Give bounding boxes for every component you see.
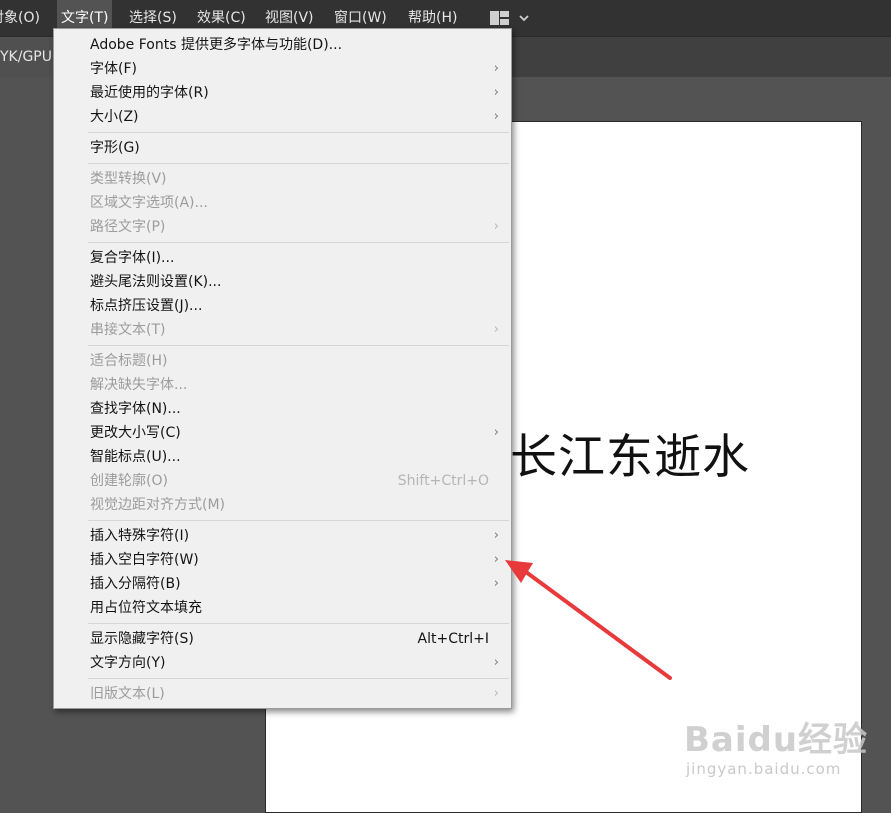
menu-item-label: 查找字体(N)... — [90, 401, 181, 417]
chevron-right-icon: › — [493, 576, 499, 591]
menu-item[interactable]: 智能标点(U)... — [54, 445, 511, 469]
chevron-right-icon: › — [493, 85, 499, 100]
menu-item[interactable]: 插入空白字符(W) › — [54, 548, 511, 572]
menu-item-label: 创建轮廓(O) — [90, 473, 168, 489]
menu-item[interactable]: 最近使用的字体(R) › — [54, 81, 511, 105]
menu-item-label: Adobe Fonts 提供更多字体与功能(D)... — [90, 37, 343, 53]
menu-item[interactable]: 标点挤压设置(J)... — [54, 294, 511, 318]
menu-item-label: 文字方向(Y) — [90, 655, 166, 671]
menu-item[interactable]: 用占位符文本填充 — [54, 596, 511, 620]
layout-grid-icon — [490, 11, 529, 25]
menu-item: 适合标题(H) — [54, 349, 511, 373]
menu-item-label: 显示隐藏字符(S) — [90, 631, 194, 647]
workspace-switcher-button[interactable] — [488, 9, 534, 27]
menu-item-label: 字形(G) — [90, 140, 140, 156]
chevron-right-icon: › — [493, 686, 499, 701]
menu-item[interactable]: 复合字体(I)... — [54, 246, 511, 270]
menu-separator — [88, 678, 509, 679]
menu-item: 旧版文本(L) › — [54, 682, 511, 706]
menu-item-label: 用占位符文本填充 — [90, 600, 202, 616]
menu-item-label: 智能标点(U)... — [90, 449, 181, 465]
document-tab[interactable]: YK/GPU — [0, 37, 58, 77]
menu-item-label: 字体(F) — [90, 61, 137, 77]
menu-item[interactable]: Adobe Fonts 提供更多字体与功能(D)... — [54, 33, 511, 57]
menu-item-label: 串接文本(T) — [90, 322, 166, 338]
chevron-right-icon: › — [493, 655, 499, 670]
chevron-right-icon: › — [493, 528, 499, 543]
menu-separator — [88, 520, 509, 521]
artboard-text[interactable]: 长江东逝水 — [510, 418, 750, 487]
menu-item-label: 插入空白字符(W) — [90, 552, 199, 568]
watermark-url: jingyan.baidu.com — [686, 760, 842, 778]
menu-item: 创建轮廓(O) Shift+Ctrl+O — [54, 469, 511, 493]
menu-item[interactable]: 文字方向(Y) › — [54, 651, 511, 675]
menu-item[interactable]: 插入特殊字符(I) › — [54, 524, 511, 548]
menu-item-shortcut: Alt+Ctrl+I — [417, 631, 489, 647]
chevron-right-icon: › — [493, 425, 499, 440]
menu-item-label: 更改大小写(C) — [90, 425, 181, 441]
menu-item: 类型转换(V) — [54, 167, 511, 191]
menu-item[interactable]: 避头尾法则设置(K)... — [54, 270, 511, 294]
menu-item: 串接文本(T) › — [54, 318, 511, 342]
menu-item-label: 复合字体(I)... — [90, 250, 175, 266]
menu-item: 视觉边距对齐方式(M) — [54, 493, 511, 517]
menu-item: 路径文字(P) › — [54, 215, 511, 239]
menu-item-label: 避头尾法则设置(K)... — [90, 274, 222, 290]
menu-item-label: 类型转换(V) — [90, 171, 167, 187]
chevron-right-icon: › — [493, 552, 499, 567]
menu-item-shortcut: Shift+Ctrl+O — [397, 473, 489, 489]
menu-item-label: 标点挤压设置(J)... — [90, 298, 203, 314]
menu-separator — [88, 163, 509, 164]
menu-item[interactable]: 大小(Z) › — [54, 105, 511, 129]
menu-item-label: 视觉边距对齐方式(M) — [90, 497, 226, 513]
chevron-right-icon: › — [493, 61, 499, 76]
chevron-right-icon: › — [493, 322, 499, 337]
menu-object[interactable]: 对象(O) — [0, 0, 40, 36]
chevron-right-icon: › — [493, 109, 499, 124]
menu-item-label: 适合标题(H) — [90, 353, 168, 369]
watermark-brand: Baidu经验 — [684, 720, 869, 760]
watermark: Baidu经验 jingyan.baidu.com — [684, 712, 874, 792]
menu-item[interactable]: 查找字体(N)... — [54, 397, 511, 421]
menu-separator — [88, 623, 509, 624]
type-dropdown-menu: Adobe Fonts 提供更多字体与功能(D)... 字体(F) › 最近使用的字体… — [53, 28, 512, 709]
menu-item-label: 最近使用的字体(R) — [90, 85, 209, 101]
menu-item: 区域文字选项(A)... — [54, 191, 511, 215]
menu-separator — [88, 132, 509, 133]
menu-item[interactable]: 字形(G) — [54, 136, 511, 160]
menu-item-label: 路径文字(P) — [90, 219, 166, 235]
menu-item[interactable]: 更改大小写(C) › — [54, 421, 511, 445]
menu-item-label: 旧版文本(L) — [90, 686, 165, 702]
menu-item-label: 插入分隔符(B) — [90, 576, 181, 592]
menu-item-label: 大小(Z) — [90, 109, 139, 125]
menu-item-label: 解决缺失字体... — [90, 377, 188, 393]
menu-item-label: 插入特殊字符(I) — [90, 528, 190, 544]
menu-item[interactable]: 显示隐藏字符(S) Alt+Ctrl+I — [54, 627, 511, 651]
menu-item: 解决缺失字体... — [54, 373, 511, 397]
menu-item-label: 区域文字选项(A)... — [90, 195, 208, 211]
chevron-right-icon: › — [493, 219, 499, 234]
menu-item[interactable]: 插入分隔符(B) › — [54, 572, 511, 596]
menu-item[interactable]: 字体(F) › — [54, 57, 511, 81]
menu-separator — [88, 345, 509, 346]
menu-separator — [88, 242, 509, 243]
chevron-down-icon — [519, 15, 529, 22]
